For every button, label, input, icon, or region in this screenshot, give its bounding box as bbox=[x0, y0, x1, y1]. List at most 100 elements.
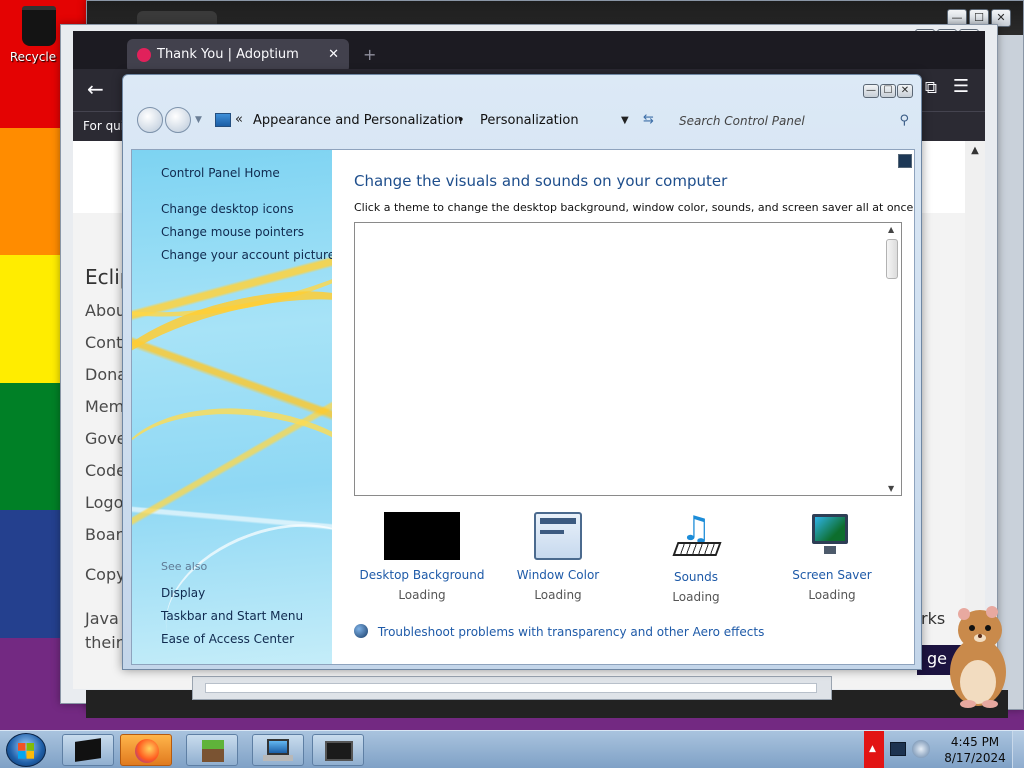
tab-adoptium[interactable]: Thank You | Adoptium ✕ bbox=[127, 39, 349, 73]
extensions-icon[interactable]: ⧉ bbox=[925, 78, 937, 98]
breadcrumb-separator[interactable]: • bbox=[457, 113, 465, 128]
footer-link[interactable]: Gove bbox=[85, 429, 127, 448]
windows-logo-icon bbox=[18, 743, 34, 759]
background-window-statusbar bbox=[192, 676, 832, 700]
start-button[interactable] bbox=[6, 733, 46, 767]
breadcrumb-personalization[interactable]: Personalization bbox=[480, 113, 579, 128]
display-link[interactable]: Display bbox=[161, 586, 205, 600]
search-icon[interactable]: ⚲ bbox=[899, 113, 909, 128]
scrollbar-thumb[interactable] bbox=[886, 239, 898, 279]
taskbar-app-glass[interactable] bbox=[62, 734, 114, 766]
control-panel-icon bbox=[215, 113, 231, 127]
hamburger-menu-icon[interactable]: ☰ bbox=[953, 76, 969, 97]
change-desktop-icons-link[interactable]: Change desktop icons bbox=[161, 202, 294, 216]
taskbar-app-terminal[interactable] bbox=[312, 734, 364, 766]
window-color-icon bbox=[534, 512, 582, 560]
piano-keys-icon bbox=[672, 542, 722, 556]
scroll-up-icon[interactable]: ▲ bbox=[888, 225, 894, 234]
sounds-option[interactable]: ♫ Sounds Loading bbox=[628, 512, 764, 604]
address-dropdown-icon[interactable]: ▼ bbox=[621, 115, 629, 126]
clock-time: 4:45 PM bbox=[950, 735, 1000, 749]
firefox-icon bbox=[135, 739, 159, 763]
control-panel-base-icon bbox=[263, 755, 293, 761]
footer-link[interactable]: Logo bbox=[85, 493, 123, 512]
hamster-sticker bbox=[950, 606, 1006, 708]
option-label[interactable]: Desktop Background bbox=[354, 568, 490, 582]
taskbar-app-firefox[interactable] bbox=[120, 734, 172, 766]
option-status: Loading bbox=[398, 588, 446, 602]
change-mouse-pointers-link[interactable]: Change mouse pointers bbox=[161, 225, 304, 239]
control-panel-icon bbox=[267, 739, 289, 755]
main-pane: Change the visuals and sounds on your co… bbox=[332, 150, 915, 664]
page-title: Change the visuals and sounds on your co… bbox=[354, 172, 728, 190]
theme-list[interactable]: ▲ ▼ bbox=[354, 222, 902, 496]
scroll-up-icon[interactable]: ▲ bbox=[965, 141, 985, 156]
option-label[interactable]: Screen Saver bbox=[764, 568, 900, 582]
terminal-icon bbox=[325, 741, 353, 761]
system-tray bbox=[886, 739, 934, 761]
footer-text: their bbox=[85, 633, 123, 652]
app-icon bbox=[75, 738, 101, 762]
statusbar-field bbox=[205, 683, 817, 693]
forward-button[interactable] bbox=[165, 107, 191, 133]
personalization-window: — ☐ ✕ ▼ « Appearance and Personalization… bbox=[122, 74, 922, 670]
taskbar-and-start-menu-link[interactable]: Taskbar and Start Menu bbox=[161, 609, 303, 623]
troubleshoot-globe-icon bbox=[354, 624, 368, 638]
footer-copyright: Copy bbox=[85, 565, 126, 584]
footer-link[interactable]: Boar bbox=[85, 525, 122, 544]
refresh-icon[interactable]: ⇆ bbox=[643, 112, 654, 127]
volume-icon[interactable] bbox=[912, 740, 930, 758]
minimize-button[interactable]: — bbox=[863, 84, 879, 98]
search-input[interactable] bbox=[671, 107, 915, 135]
desktop-background-icon bbox=[384, 512, 460, 560]
control-panel-home-link[interactable]: Control Panel Home bbox=[161, 166, 280, 180]
help-icon[interactable] bbox=[898, 154, 912, 168]
footer-link[interactable]: Abou bbox=[85, 301, 126, 320]
ease-of-access-center-link[interactable]: Ease of Access Center bbox=[161, 632, 294, 646]
breadcrumb-appearance-and-personalization[interactable]: Appearance and Personalization bbox=[253, 113, 462, 128]
clock[interactable]: 4:45 PM 8/17/2024 bbox=[940, 734, 1010, 766]
footer-link[interactable]: Mem bbox=[85, 397, 124, 416]
clock-date: 8/17/2024 bbox=[944, 751, 1006, 765]
maximize-button[interactable]: ☐ bbox=[880, 84, 896, 98]
personalization-window-controls: — ☐ ✕ bbox=[863, 84, 913, 98]
scroll-down-icon[interactable]: ▼ bbox=[888, 484, 894, 493]
address-bar: ▼ « Appearance and Personalization • Per… bbox=[131, 103, 915, 141]
screen-saver-option[interactable]: Screen Saver Loading bbox=[764, 512, 900, 602]
minecraft-grass-block-icon bbox=[202, 740, 224, 762]
search-box: ⚲ bbox=[671, 107, 915, 135]
show-desktop-button[interactable] bbox=[1012, 731, 1024, 768]
network-icon[interactable] bbox=[890, 742, 906, 756]
window-color-option[interactable]: Window Color Loading bbox=[490, 512, 626, 602]
show-hidden-icons-button[interactable]: ▲ bbox=[864, 731, 884, 768]
close-tab-icon[interactable]: ✕ bbox=[328, 47, 339, 62]
back-button[interactable] bbox=[137, 107, 163, 133]
page-description: Click a theme to change the desktop back… bbox=[354, 201, 915, 214]
close-button[interactable]: ✕ bbox=[897, 84, 913, 98]
new-tab-button[interactable]: + bbox=[363, 45, 376, 64]
option-status: Loading bbox=[672, 590, 720, 604]
footer-link[interactable]: Dona bbox=[85, 365, 127, 384]
breadcrumb-overflow-icon[interactable]: « bbox=[235, 112, 243, 127]
tab-title: Thank You | Adoptium bbox=[157, 47, 299, 62]
troubleshoot-label[interactable]: Troubleshoot problems with transparency … bbox=[378, 625, 765, 639]
change-account-picture-link[interactable]: Change your account picture bbox=[161, 248, 332, 262]
see-also-heading: See also bbox=[161, 560, 208, 573]
personalization-content: Control Panel Home Change desktop icons … bbox=[131, 149, 915, 665]
taskbar-app-control-panel[interactable] bbox=[252, 734, 304, 766]
desktop-background-option[interactable]: Desktop Background Loading bbox=[354, 512, 490, 602]
taskbar-app-minecraft[interactable] bbox=[186, 734, 238, 766]
back-arrow-icon[interactable]: ← bbox=[87, 77, 104, 101]
theme-list-scrollbar[interactable]: ▲ ▼ bbox=[884, 223, 901, 495]
troubleshoot-aero-link[interactable]: Troubleshoot problems with transparency … bbox=[354, 624, 764, 639]
option-label[interactable]: Window Color bbox=[490, 568, 626, 582]
recent-pages-dropdown-icon[interactable]: ▼ bbox=[195, 115, 202, 125]
taskbar: ▲ 4:45 PM 8/17/2024 bbox=[0, 730, 1024, 768]
monitor-stand-icon bbox=[824, 546, 836, 554]
option-status: Loading bbox=[534, 588, 582, 602]
recycle-bin-icon bbox=[22, 6, 56, 46]
sounds-icon: ♫ bbox=[671, 512, 722, 562]
option-label[interactable]: Sounds bbox=[628, 570, 764, 584]
footer-link[interactable]: Code bbox=[85, 461, 126, 480]
task-pane: Control Panel Home Change desktop icons … bbox=[132, 150, 332, 664]
